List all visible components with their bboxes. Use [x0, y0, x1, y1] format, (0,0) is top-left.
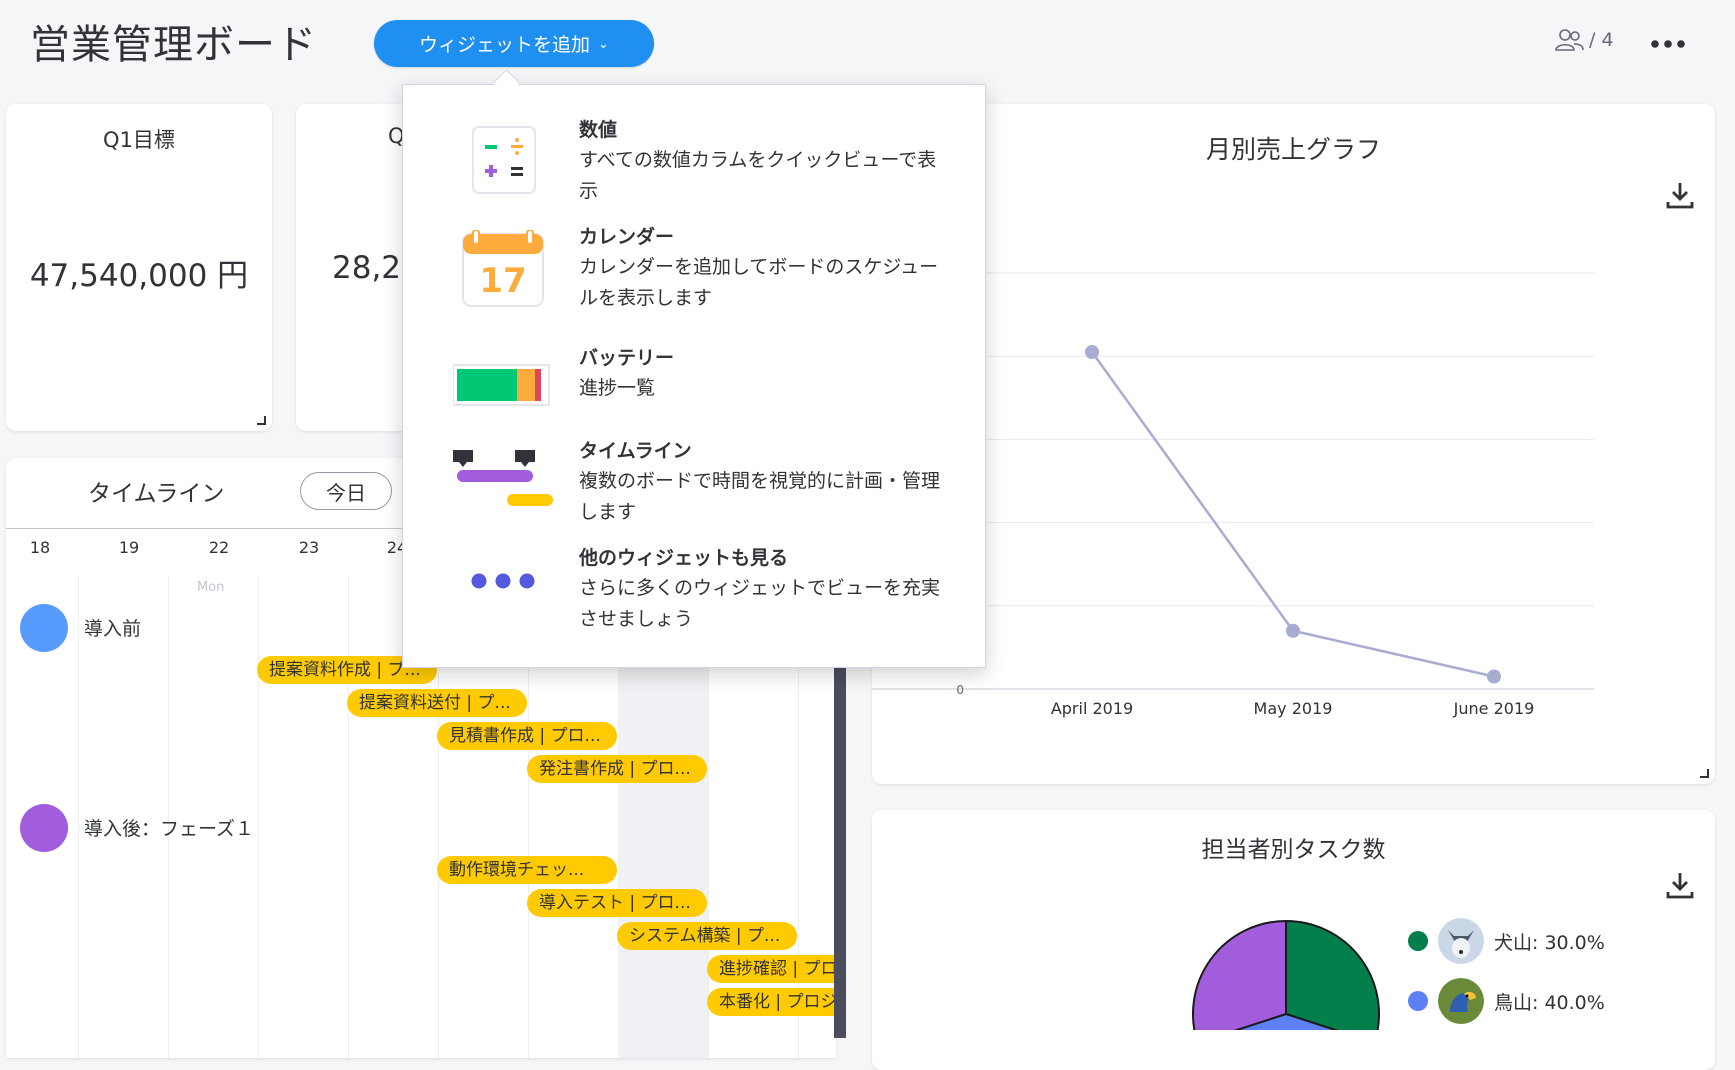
calendar-day: 17 — [479, 261, 526, 301]
day-label: 18 — [29, 538, 51, 557]
menu-item-more-widgets[interactable]: 他のウィジェットも見る さらに多くのウィジェットでビューを充実させましょう — [403, 543, 985, 643]
data-point — [1085, 345, 1099, 360]
line-chart: 0 April 2019 May 2019 June 2019 — [872, 272, 1594, 718]
battery-icon — [453, 364, 550, 406]
timeline-bar[interactable]: 発注書作成 | プロ... — [527, 755, 707, 783]
menu-item-desc: さらに多くのウィジェットでビューを充実させましょう — [579, 577, 941, 630]
menu-item-title: タイムライン — [579, 440, 692, 462]
x-tick-label: June 2019 — [1453, 699, 1535, 718]
chart-title: 担当者別タスク数 — [1201, 837, 1386, 863]
add-widget-button[interactable]: ウィジェットを追加 ⌄ — [374, 20, 654, 67]
menu-item-desc: 進捗一覧 — [579, 377, 656, 399]
menu-item-title: バッテリー — [579, 347, 675, 369]
grid-line — [348, 576, 349, 1058]
group-avatar — [20, 804, 68, 852]
legend-label: 鳥山: 40.0% — [1494, 991, 1605, 1014]
day-label: 19 — [118, 538, 140, 557]
timeline-bar[interactable]: システム構築 | プ... — [617, 922, 797, 950]
menu-item-desc: 複数のボードで時間を視覚的に計画・管理します — [579, 470, 941, 523]
timeline-bar[interactable]: 導入テスト | プロ... — [527, 889, 707, 917]
download-icon[interactable] — [1665, 870, 1695, 900]
timeline-icon — [453, 450, 553, 506]
card-title: Q1目標 — [103, 128, 175, 152]
add-widget-label: ウィジェットを追加 — [419, 34, 591, 56]
menu-item-timeline[interactable]: タイムライン 複数のボードで時間を視覚的に計画・管理します — [403, 436, 985, 536]
members-count: / 4 — [1589, 29, 1614, 51]
page-title: 営業管理ボード — [30, 22, 317, 68]
y-tick-label: 0 — [956, 683, 964, 697]
members-button[interactable]: / 4 — [1555, 28, 1614, 52]
chevron-down-icon: ⌄ — [598, 37, 609, 52]
legend-item: 鳥山: 40.0% — [1408, 978, 1605, 1024]
legend-dot — [1408, 991, 1428, 1011]
add-widget-menu: 数値 すべての数値カラムをクイックビューで表示 17 カレンダー カレンダーを追… — [402, 84, 986, 668]
dog-avatar-icon — [1438, 918, 1484, 964]
x-tick-label: May 2019 — [1254, 699, 1333, 718]
calendar-icon: 17 — [462, 230, 544, 307]
resize-handle[interactable] — [257, 416, 266, 425]
data-point — [1487, 669, 1501, 684]
timeline-title: タイムライン — [88, 481, 225, 507]
pie-chart — [1192, 919, 1380, 1030]
menu-item-desc: すべての数値カラムをクイックビューで表示 — [579, 149, 937, 202]
group-label: 導入前 — [84, 618, 142, 640]
people-icon — [1555, 29, 1584, 51]
resize-handle[interactable] — [1700, 769, 1709, 778]
calculator-icon — [472, 126, 536, 194]
grid-line — [78, 576, 79, 1058]
more-dots-icon — [1651, 40, 1685, 48]
q1-target-card: Q1目標 47,540,000 円 — [6, 104, 272, 431]
x-tick-label: April 2019 — [1051, 699, 1133, 718]
legend-dot — [1408, 931, 1428, 951]
menu-item-title: 他のウィジェットも見る — [579, 547, 789, 569]
menu-item-numbers[interactable]: 数値 すべての数値カラムをクイックビューで表示 — [403, 115, 985, 215]
timeline-bar[interactable]: 本番化 | プロジ — [707, 988, 836, 1016]
pie-slice-other — [1192, 919, 1287, 1030]
pie-slice-inuyama — [1285, 919, 1380, 1030]
timeline-bar[interactable]: 動作環境チェッ... — [437, 856, 617, 884]
timeline-bar[interactable]: 進捗確認 | プロ — [707, 955, 836, 983]
menu-item-battery[interactable]: バッテリー 進捗一覧 — [403, 343, 985, 443]
menu-item-title: カレンダー — [579, 226, 675, 248]
menu-item-desc: カレンダーを追加してボードのスケジュールを表示します — [579, 256, 939, 309]
legend-label: 犬山: 30.0% — [1494, 931, 1605, 954]
legend-item: 犬山: 30.0% — [1408, 918, 1605, 964]
bird-avatar-icon — [1438, 978, 1484, 1024]
group-avatar — [20, 604, 68, 652]
grid-line — [258, 576, 259, 1058]
menu-item-title: 数値 — [579, 119, 618, 141]
group-label: 導入後：フェーズ１ — [84, 818, 255, 840]
more-dots-icon — [471, 573, 535, 589]
day-label: 23 — [298, 538, 320, 557]
menu-item-calendar[interactable]: 17 カレンダー カレンダーを追加してボードのスケジュールを表示します — [403, 222, 985, 322]
timeline-bar[interactable]: 見積書作成 | プロ... — [437, 722, 617, 750]
weekday-label: Mon — [197, 580, 225, 595]
timeline-bar[interactable]: 提案資料送付 | プ... — [347, 689, 527, 717]
today-button[interactable]: 今日 — [300, 472, 392, 510]
task-chart-widget: 担当者別タスク数 犬山: 30.0% 鳥山: 40.0% — [872, 810, 1715, 1070]
more-options-button[interactable] — [1650, 24, 1686, 57]
card-value: 47,540,000 円 — [29, 258, 249, 294]
data-point — [1286, 623, 1300, 638]
day-label: 22 — [208, 538, 230, 557]
sales-chart-widget: 月別売上グラフ 0 April 2019 May 2019 June 2019 — [872, 104, 1715, 784]
